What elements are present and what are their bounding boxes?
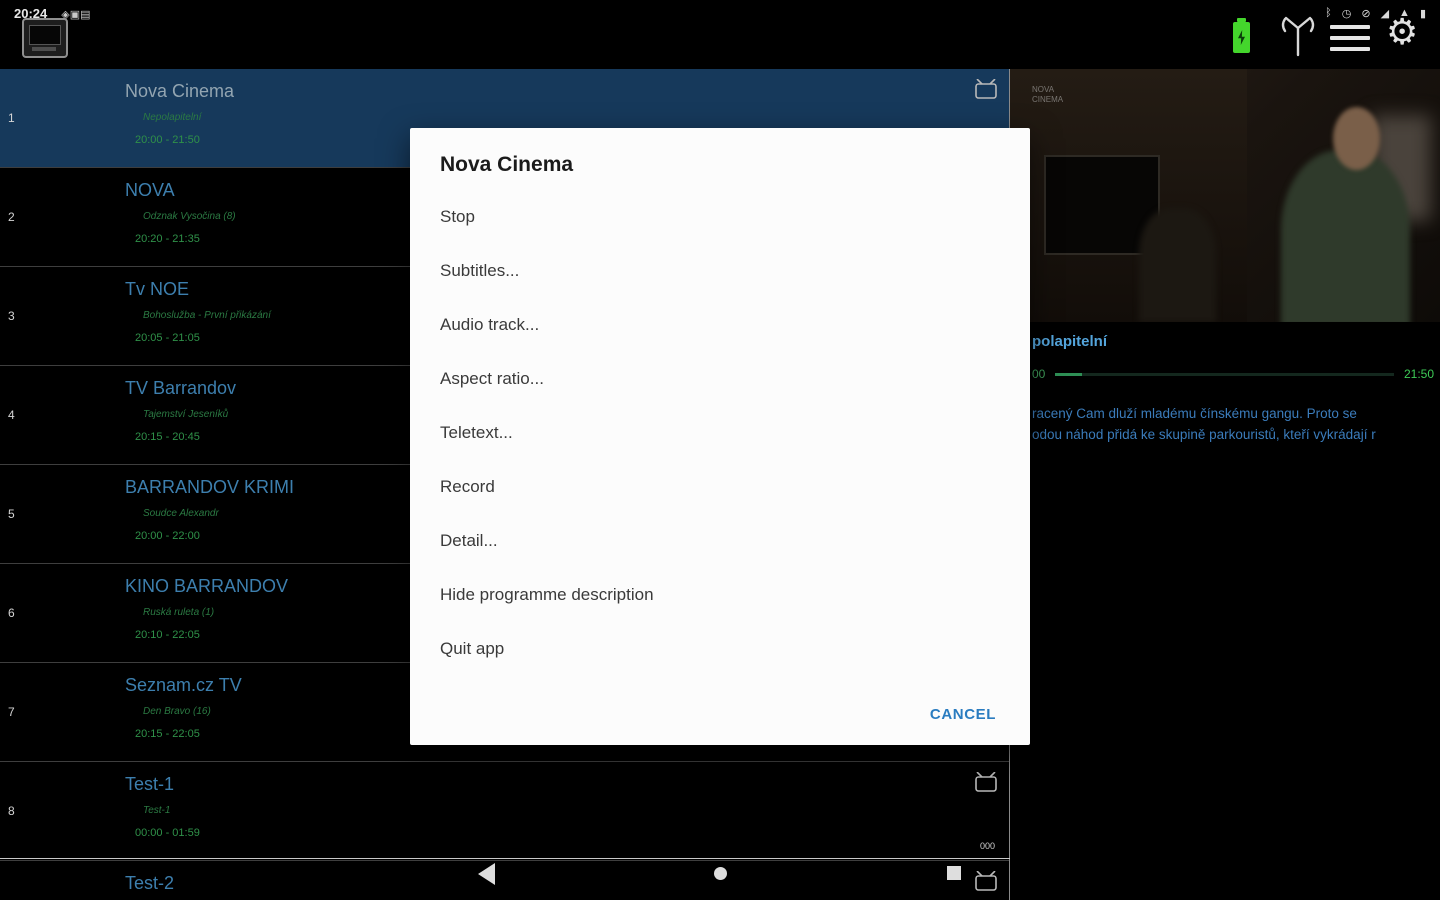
dialog-menu: Stop Subtitles... Audio track... Aspect rat… <box>410 190 1030 676</box>
rewind-icon[interactable] <box>478 863 495 885</box>
dialog-item-subtitles[interactable]: Subtitles... <box>410 244 1030 298</box>
channel-name: Tv NOE <box>125 279 190 299</box>
menu-icon[interactable] <box>1330 25 1370 58</box>
channel-number: 6 <box>8 606 15 620</box>
description-line: racený Cam dluží mladému čínskému gangu.… <box>1032 406 1357 421</box>
channel-options-dialog: Nova Cinema Stop Subtitles... Audio track.… <box>410 128 1030 745</box>
end-time-label: 21:50 <box>1403 367 1434 381</box>
programme-subtitle: Test-1 <box>143 805 171 816</box>
progress-fill <box>1055 372 1083 376</box>
video-preview[interactable]: NOVA CINEMA <box>1010 69 1440 322</box>
programme-subtitle: Soudce Alexandr <box>143 508 219 519</box>
programme-time: 20:05 - 21:05 <box>135 332 200 344</box>
channel-name: Test-1 <box>125 774 175 794</box>
dialog-item-stop[interactable]: Stop <box>410 190 1030 244</box>
programme-subtitle: Nepolapitelní <box>143 112 202 123</box>
programme-time: 20:10 - 22:05 <box>135 629 200 641</box>
programme-time: 20:15 - 20:45 <box>135 431 200 443</box>
programme-subtitle: Odznak Vysočina (8) <box>143 211 236 222</box>
programme-subtitle: Tajemství Jeseníků <box>143 409 229 420</box>
channel-name: NOVA <box>125 180 175 200</box>
channel-number: 1 <box>8 111 15 125</box>
progress-bar[interactable] <box>1055 372 1394 376</box>
programme-title: polapitelní <box>1032 333 1107 350</box>
cancel-button[interactable]: CANCEL <box>930 706 996 723</box>
dialog-item-hide-programme-description[interactable]: Hide programme description <box>410 568 1030 622</box>
sim-card-icon: ▤ <box>80 8 91 21</box>
dialog-item-teletext[interactable]: Teletext... <box>410 406 1030 460</box>
tv-icon <box>973 78 999 106</box>
antenna-signal-icon[interactable] <box>1280 15 1316 62</box>
programme-subtitle: Ruská ruleta (1) <box>143 607 215 618</box>
channel-name: Nova Cinema <box>125 81 235 101</box>
programme-subtitle: Bohoslužba - První přikázání <box>143 310 271 321</box>
video-scene-figure-left <box>1139 208 1217 322</box>
programme-time: 20:00 - 22:00 <box>135 530 200 542</box>
status-bar: 20:24 ◈▣▤ ᛒ ◷ ⊘ ◢ ▲ ▮ <box>0 0 1440 26</box>
channel-name: Seznam.cz TV <box>125 675 242 695</box>
channel-number: 8 <box>8 804 15 818</box>
channel-name: TV Barrandov <box>125 378 237 398</box>
counter-badge: 000 <box>980 841 996 851</box>
dialog-item-aspect-ratio[interactable]: Aspect ratio... <box>410 352 1030 406</box>
sd-card-icon: ▣ <box>69 8 81 21</box>
channel-watermark: NOVA CINEMA <box>1032 85 1064 104</box>
bottom-separator <box>0 858 1010 859</box>
data-saver-icon: ⊘ <box>1361 7 1371 20</box>
channel-number: 2 <box>8 210 15 224</box>
dialog-item-audio-track[interactable]: Audio track... <box>410 298 1030 352</box>
programme-time: 20:20 - 21:35 <box>135 233 200 245</box>
programme-description: racený Cam dluží mladému čínskému gangu.… <box>1032 403 1420 445</box>
alarm-icon: ◷ <box>1341 7 1352 20</box>
dialog-item-record[interactable]: Record <box>410 460 1030 514</box>
stop-icon[interactable] <box>947 866 961 880</box>
battery-status-small-icon: ▮ <box>1419 7 1426 20</box>
channel-number: 4 <box>8 408 15 422</box>
dialog-item-detail[interactable]: Detail... <box>410 514 1030 568</box>
channel-name: BARRANDOV KRIMI <box>125 477 295 497</box>
start-time-label: 00 <box>1032 367 1046 381</box>
programme-progress: 00 21:50 <box>1010 367 1440 381</box>
settings-gear-icon[interactable]: ⚙ <box>1386 12 1418 52</box>
channel-number: 3 <box>8 309 15 323</box>
media-controls <box>0 860 1010 900</box>
channel-name: KINO BARRANDOV <box>125 576 289 596</box>
record-dot-icon[interactable] <box>714 867 727 880</box>
app-logo <box>22 18 68 58</box>
dialog-title: Nova Cinema <box>440 153 574 176</box>
programme-time: 20:00 - 21:50 <box>135 134 200 146</box>
programme-time: 00:00 - 01:59 <box>135 827 200 839</box>
battery-status-icon <box>1233 18 1250 53</box>
channel-number: 5 <box>8 507 15 521</box>
channel-row[interactable]: 8 Test-1 Test-1 00:00 - 01:59 <box>0 762 1009 861</box>
programme-time: 20:15 - 22:05 <box>135 728 200 740</box>
channel-number: 7 <box>8 705 15 719</box>
bluetooth-icon: ᛒ <box>1325 7 1332 19</box>
description-line: odou náhod přidá ke skupině parkouristů,… <box>1032 427 1376 442</box>
tv-icon <box>973 771 999 799</box>
video-scene-face <box>1332 106 1380 171</box>
now-playing-panel: NOVA CINEMA polapitelní 00 21:50 racený … <box>1010 69 1440 900</box>
programme-subtitle: Den Bravo (16) <box>143 706 211 717</box>
video-scene-figure-right <box>1280 149 1410 322</box>
dialog-item-quit-app[interactable]: Quit app <box>410 622 1030 676</box>
